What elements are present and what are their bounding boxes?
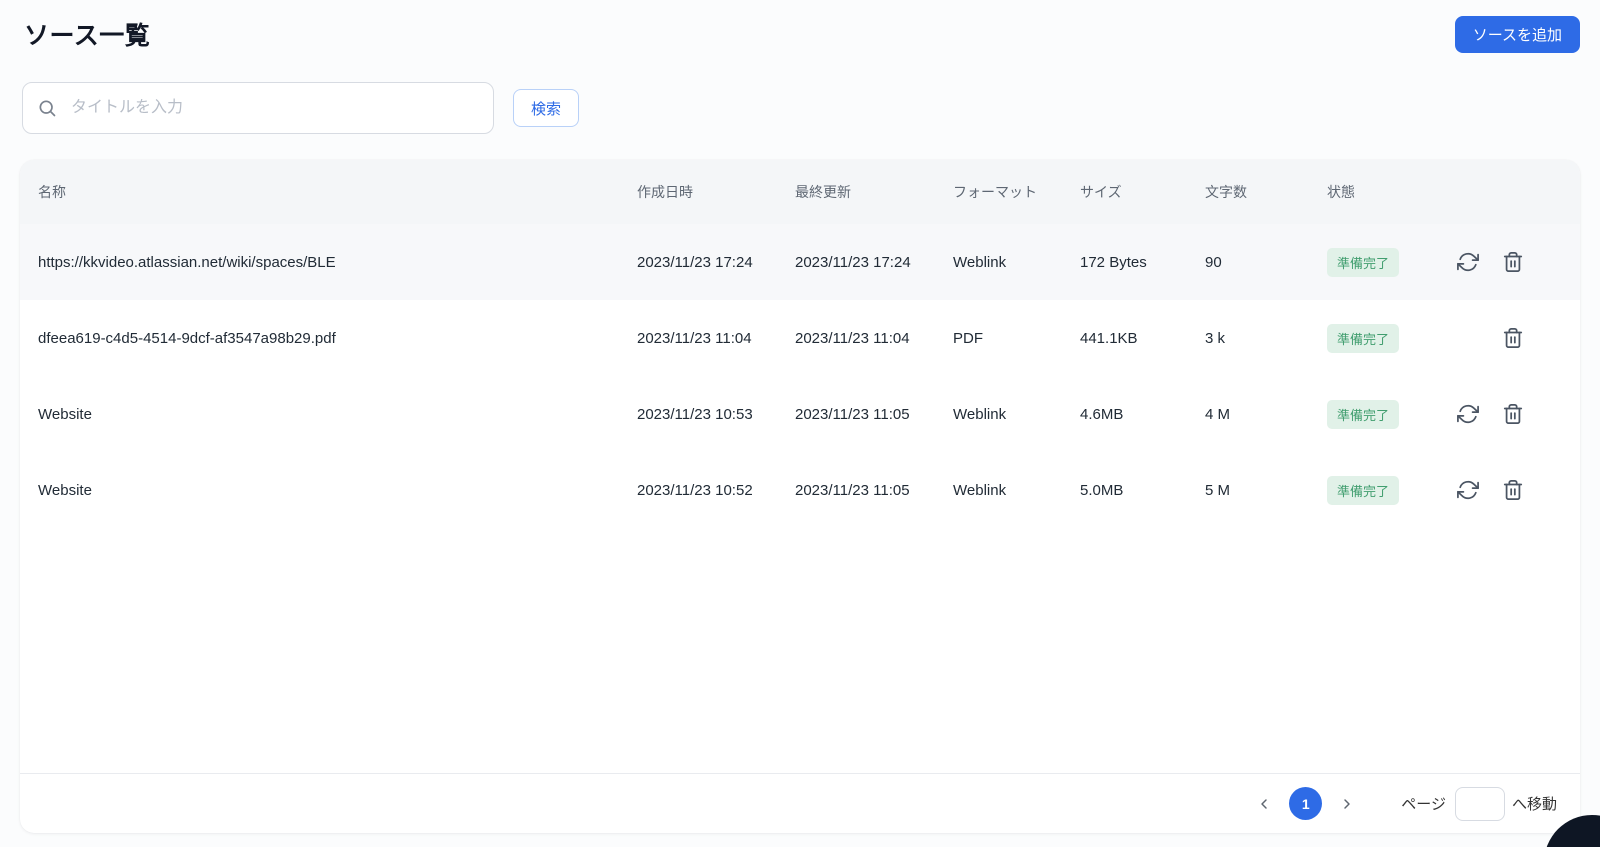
column-header-format: フォーマット bbox=[953, 182, 1080, 202]
row-actions bbox=[1439, 403, 1580, 425]
source-size: 172 Bytes bbox=[1080, 254, 1205, 271]
table-row[interactable]: Website 2023/11/23 10:52 2023/11/23 11:0… bbox=[20, 452, 1580, 528]
source-name: Website bbox=[38, 482, 637, 499]
source-format: PDF bbox=[953, 330, 1080, 347]
status-badge: 準備完了 bbox=[1327, 400, 1399, 429]
source-created-at: 2023/11/23 10:52 bbox=[637, 482, 795, 499]
search-icon bbox=[37, 98, 57, 118]
source-created-at: 2023/11/23 10:53 bbox=[637, 406, 795, 423]
row-actions bbox=[1439, 479, 1580, 501]
source-char-count: 4 M bbox=[1205, 406, 1327, 423]
source-format: Weblink bbox=[953, 254, 1080, 271]
source-size: 5.0MB bbox=[1080, 482, 1205, 499]
column-header-name: 名称 bbox=[38, 182, 637, 202]
source-name: Website bbox=[38, 406, 637, 423]
table-row[interactable]: https://kkvideo.atlassian.net/wiki/space… bbox=[20, 224, 1580, 300]
current-page-button[interactable]: 1 bbox=[1289, 787, 1322, 820]
source-created-at: 2023/11/23 17:24 bbox=[637, 254, 795, 271]
column-header-created: 作成日時 bbox=[637, 182, 795, 202]
goto-label: へ移動 bbox=[1512, 793, 1557, 814]
table-header-row: 名称 作成日時 最終更新 フォーマット サイズ 文字数 状態 bbox=[20, 160, 1580, 224]
trash-icon[interactable] bbox=[1502, 479, 1524, 501]
source-size: 4.6MB bbox=[1080, 406, 1205, 423]
source-name: dfeea619-c4d5-4514-9dcf-af3547a98b29.pdf bbox=[38, 330, 637, 347]
column-header-size: サイズ bbox=[1080, 182, 1205, 202]
source-status-cell: 準備完了 bbox=[1327, 248, 1439, 277]
sync-icon[interactable] bbox=[1457, 251, 1479, 273]
source-status-cell: 準備完了 bbox=[1327, 324, 1439, 353]
next-page-icon[interactable] bbox=[1339, 796, 1355, 812]
trash-icon[interactable] bbox=[1502, 251, 1524, 273]
source-size: 441.1KB bbox=[1080, 330, 1205, 347]
pagination: 1 bbox=[1256, 787, 1355, 820]
table-footer: 1 ページ へ移動 bbox=[20, 773, 1580, 833]
status-badge: 準備完了 bbox=[1327, 476, 1399, 505]
source-updated-at: 2023/11/23 11:05 bbox=[795, 482, 953, 499]
search-button[interactable]: 検索 bbox=[513, 89, 579, 127]
goto-page-group: ページ へ移動 bbox=[1401, 787, 1557, 821]
source-updated-at: 2023/11/23 11:05 bbox=[795, 406, 953, 423]
source-status-cell: 準備完了 bbox=[1327, 400, 1439, 429]
source-char-count: 5 M bbox=[1205, 482, 1327, 499]
trash-icon[interactable] bbox=[1502, 403, 1524, 425]
source-char-count: 90 bbox=[1205, 254, 1327, 271]
page-label: ページ bbox=[1401, 793, 1446, 814]
column-header-status: 状態 bbox=[1327, 182, 1439, 202]
status-badge: 準備完了 bbox=[1327, 248, 1399, 277]
sync-icon[interactable] bbox=[1457, 479, 1479, 501]
add-source-button[interactable]: ソースを追加 bbox=[1455, 16, 1580, 53]
column-header-chars: 文字数 bbox=[1205, 182, 1327, 202]
goto-page-input[interactable] bbox=[1455, 787, 1505, 821]
search-input-wrapper bbox=[22, 82, 494, 134]
trash-icon[interactable] bbox=[1502, 327, 1524, 349]
sources-table-panel: 名称 作成日時 最終更新 フォーマット サイズ 文字数 状態 https://k… bbox=[20, 160, 1580, 833]
source-char-count: 3 k bbox=[1205, 330, 1327, 347]
source-name: https://kkvideo.atlassian.net/wiki/space… bbox=[38, 254, 637, 271]
status-badge: 準備完了 bbox=[1327, 324, 1399, 353]
source-format: Weblink bbox=[953, 406, 1080, 423]
column-header-updated: 最終更新 bbox=[795, 182, 953, 202]
source-format: Weblink bbox=[953, 482, 1080, 499]
table-body: https://kkvideo.atlassian.net/wiki/space… bbox=[20, 224, 1580, 528]
table-row[interactable]: Website 2023/11/23 10:53 2023/11/23 11:0… bbox=[20, 376, 1580, 452]
source-updated-at: 2023/11/23 11:04 bbox=[795, 330, 953, 347]
search-input[interactable] bbox=[69, 98, 479, 118]
source-updated-at: 2023/11/23 17:24 bbox=[795, 254, 953, 271]
table-row[interactable]: dfeea619-c4d5-4514-9dcf-af3547a98b29.pdf… bbox=[20, 300, 1580, 376]
source-created-at: 2023/11/23 11:04 bbox=[637, 330, 795, 347]
row-actions bbox=[1439, 251, 1580, 273]
prev-page-icon[interactable] bbox=[1256, 796, 1272, 812]
row-actions bbox=[1439, 327, 1580, 349]
page-title: ソース一覧 bbox=[24, 16, 150, 52]
source-status-cell: 準備完了 bbox=[1327, 476, 1439, 505]
sources-page: ソース一覧 ソースを追加 検索 名称 作成日時 最終更新 フォーマット サイズ … bbox=[0, 0, 1600, 847]
sync-icon[interactable] bbox=[1457, 403, 1479, 425]
